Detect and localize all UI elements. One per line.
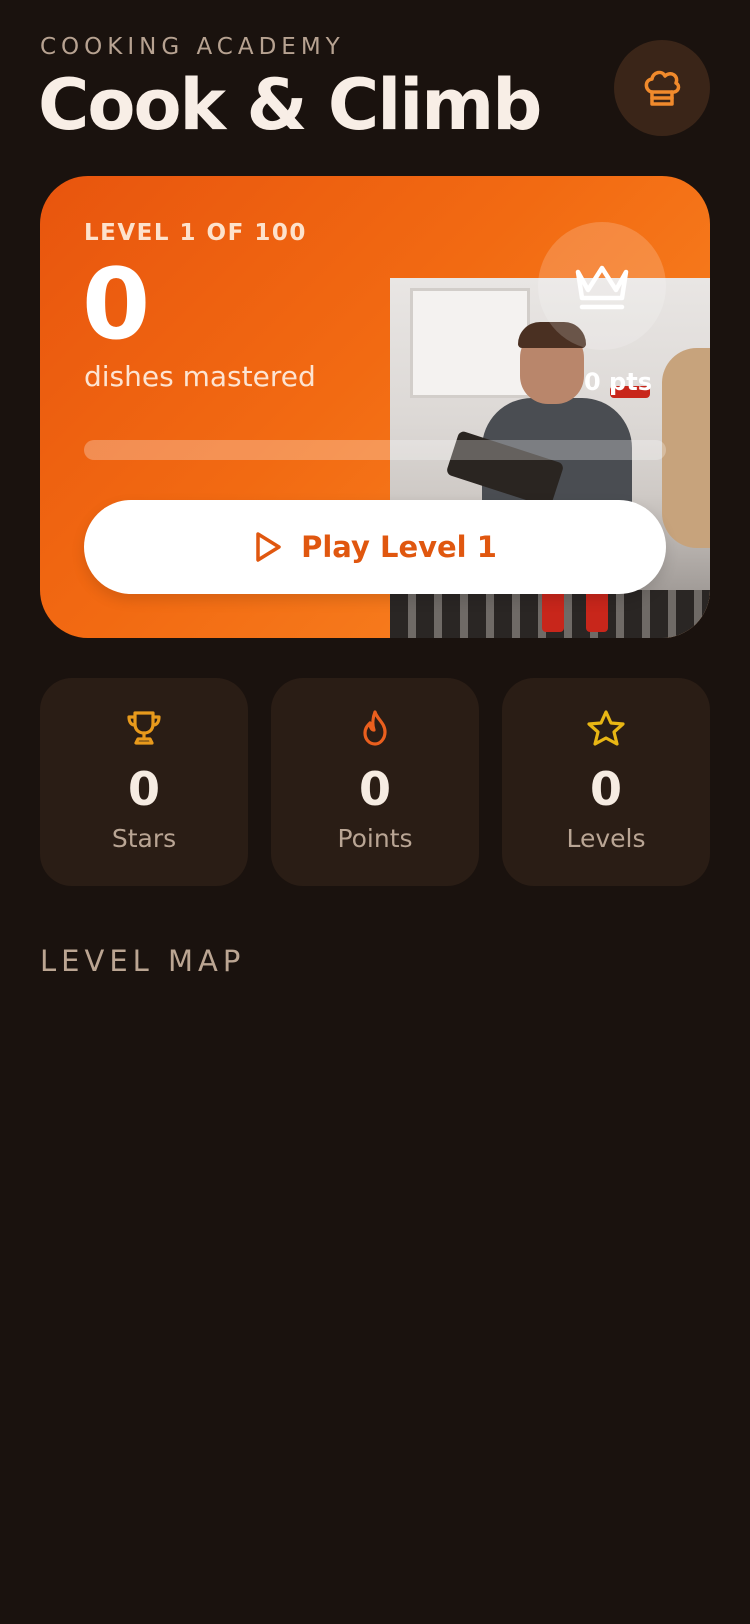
- level-label: LEVEL 1 OF 100: [84, 220, 307, 246]
- level-hero-card: LEVEL 1 OF 100 0 dishes mastered 0 pts P…: [40, 176, 710, 638]
- levels-value: 0: [589, 762, 622, 816]
- chef-hat-icon: [644, 70, 681, 106]
- play-level-label: Play Level 1: [301, 530, 497, 564]
- level-map-title: LEVEL MAP: [40, 944, 246, 978]
- levels-label: Levels: [566, 824, 646, 853]
- profile-button[interactable]: [614, 40, 710, 136]
- points-label: 0 pts: [584, 368, 652, 396]
- dishes-label: dishes mastered: [84, 360, 316, 393]
- level-progress-bar: [84, 440, 666, 460]
- flame-icon: [363, 710, 387, 746]
- play-level-button[interactable]: Play Level 1: [84, 500, 666, 594]
- stat-card-stars: 0 Stars: [40, 678, 248, 886]
- app-eyebrow: COOKING ACADEMY: [40, 34, 345, 60]
- star-icon: [587, 710, 625, 746]
- rank-badge: [538, 222, 666, 350]
- stat-card-levels: 0 Levels: [502, 678, 710, 886]
- app-title: Cook & Climb: [38, 64, 542, 146]
- stars-label: Stars: [111, 824, 177, 853]
- points-value: 0: [358, 762, 391, 816]
- stat-card-points: 0 Points: [271, 678, 479, 886]
- crown-icon: [575, 265, 629, 310]
- stars-value: 0: [127, 762, 160, 816]
- points-stat-label: Points: [337, 824, 413, 853]
- play-icon: [256, 532, 281, 562]
- trophy-icon: [127, 711, 161, 745]
- dishes-count: 0: [82, 248, 151, 362]
- home-screen: COOKING ACADEMY Cook & Climb LEVEL 1 OF …: [0, 0, 750, 1624]
